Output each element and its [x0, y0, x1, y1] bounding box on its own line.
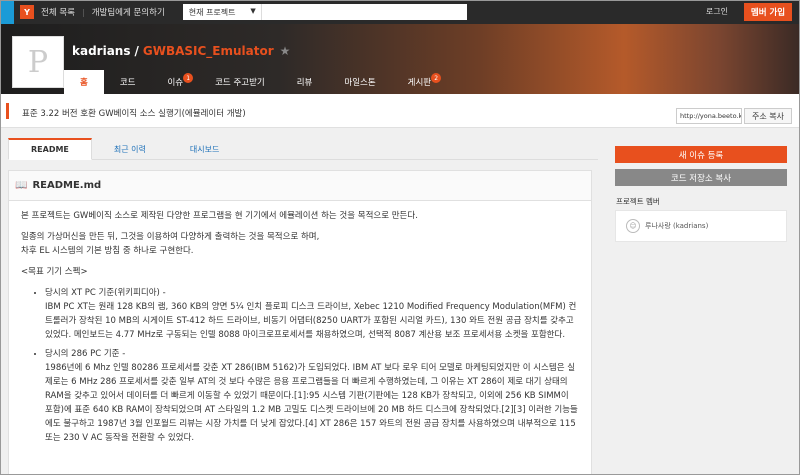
login-link[interactable]: 로그인	[706, 6, 728, 17]
owner-link[interactable]: kadrians	[72, 44, 130, 58]
tab-recent-history[interactable]: 최근 이력	[92, 138, 168, 160]
description-text: 표준 3.22 버전 호환 GW베이직 소스 실행기(에뮬레이터 개발)	[22, 109, 246, 119]
clone-url-field[interactable]: http://yona.beeto.kr	[676, 108, 742, 124]
readme-line: 차후 EL 시스템의 기본 방침 중 하나로 구현한다.	[21, 246, 194, 256]
list-item: 당시의 286 PC 기준 - 1986년에 6 Mhz 인텔 80286 프로…	[45, 347, 579, 445]
contact-dev-link[interactable]: 개발팀에게 문의하기	[92, 6, 165, 18]
description-accent-bar	[6, 103, 9, 119]
nav-code[interactable]: 코드	[104, 70, 152, 94]
current-project-select[interactable]: 현재 프로젝트 ▼	[182, 4, 261, 20]
member-name[interactable]: 루나사랑 (kadrians)	[645, 221, 708, 231]
readme-body: 본 프로젝트는 GW베이직 소스로 제작된 다양한 프로그램을 현 기기에서 에…	[9, 201, 591, 458]
nav-review[interactable]: 리뷰	[281, 70, 329, 94]
board-count-badge: 2	[431, 73, 442, 83]
nav-label: 마일스톤	[344, 78, 376, 88]
readme-paragraph: 일종의 가상머신을 만든 뒤, 그것을 이용하여 다양하게 출력하는 것을 목적…	[21, 230, 579, 258]
issue-count-badge: 1	[183, 73, 194, 83]
all-projects-link[interactable]: 전체 목록	[41, 6, 75, 18]
readme-header: 📖 README.md	[9, 171, 591, 201]
repo-link[interactable]: GWBASIC_Emulator	[143, 44, 274, 58]
nav-board[interactable]: 게시판 2	[392, 70, 447, 94]
tab-readme[interactable]: README	[8, 138, 92, 160]
nav-label: 이슈	[167, 78, 184, 88]
nav-label: 홈	[80, 78, 88, 88]
chevron-down-icon: ▼	[250, 7, 256, 15]
copy-repo-button[interactable]: 코드 저장소 복사	[615, 169, 787, 186]
readme-title: README.md	[32, 180, 102, 191]
readme-card: 📖 README.md 본 프로젝트는 GW베이직 소스로 제작된 다양한 프로…	[8, 170, 592, 475]
nav-label: 코드 주고받기	[215, 78, 265, 88]
nav-label: 코드	[119, 78, 136, 88]
search-input[interactable]	[260, 4, 467, 20]
tab-dashboard[interactable]: 대시보드	[168, 138, 241, 160]
nav-label: 게시판	[407, 78, 432, 88]
copy-url-button[interactable]: 주소 복사	[744, 108, 792, 124]
list-item-title: 당시의 286 PC 기준 -	[45, 349, 126, 359]
project-nav: 홈 코드 이슈 1 코드 주고받기 리뷰 마일스톤 게시판 2	[0, 70, 800, 94]
spec-list: 당시의 XT PC 기준(위키피디아) - IBM PC XT는 원래 128 …	[39, 286, 579, 445]
list-item-title: 당시의 XT PC 기준(위키피디아) -	[45, 288, 166, 298]
nav-issues[interactable]: 이슈 1	[151, 70, 199, 94]
new-issue-button[interactable]: 새 이슈 등록	[615, 146, 787, 163]
nav-milestones[interactable]: 마일스톤	[328, 70, 391, 94]
nav-pull-requests[interactable]: 코드 주고받기	[199, 70, 281, 94]
logo-icon[interactable]	[0, 0, 14, 24]
title-slash: /	[134, 44, 139, 58]
project-title: kadrians / GWBASIC_Emulator ★	[72, 44, 290, 58]
members-title: 프로젝트 멤버	[616, 197, 660, 206]
readme-paragraph: 본 프로젝트는 GW베이직 소스로 제작된 다양한 프로그램을 현 기기에서 에…	[21, 211, 418, 221]
readme-paragraph: <목표 기기 스펙>	[21, 267, 88, 277]
nav-label: 리뷰	[296, 78, 313, 88]
list-item: 당시의 XT PC 기준(위키피디아) - IBM PC XT는 원래 128 …	[45, 286, 579, 342]
book-icon: 📖	[15, 180, 28, 191]
list-item-body: IBM PC XT는 원래 128 KB의 램, 360 KB의 양면 5¼ 인…	[45, 302, 577, 340]
project-select-label: 현재 프로젝트	[188, 7, 236, 17]
signup-button[interactable]: 멤버 가입	[744, 3, 792, 21]
project-description: 표준 3.22 버전 호환 GW베이직 소스 실행기(에뮬레이터 개발) htt…	[0, 94, 800, 128]
site-logo[interactable]: Y	[20, 5, 34, 19]
star-icon[interactable]: ★	[280, 44, 291, 58]
list-item-body: 1986년에 6 Mhz 인텔 80286 프로세서를 갖춘 XT 286(IB…	[45, 363, 578, 443]
content-tabs: README 최근 이력 대시보드	[8, 138, 598, 160]
top-bar: Y 전체 목록 | 개발팀에게 문의하기 현재 프로젝트 ▼ 로그인 멤버 가입	[0, 0, 800, 24]
readme-line: 일종의 가상머신을 만든 뒤, 그것을 이용하여 다양하게 출력하는 것을 목적…	[21, 232, 320, 242]
divider: |	[81, 7, 85, 17]
nav-home[interactable]: 홈	[64, 70, 104, 94]
user-avatar-icon: ☺	[626, 219, 640, 233]
member-card[interactable]: ☺ 루나사랑 (kadrians)	[615, 210, 787, 242]
